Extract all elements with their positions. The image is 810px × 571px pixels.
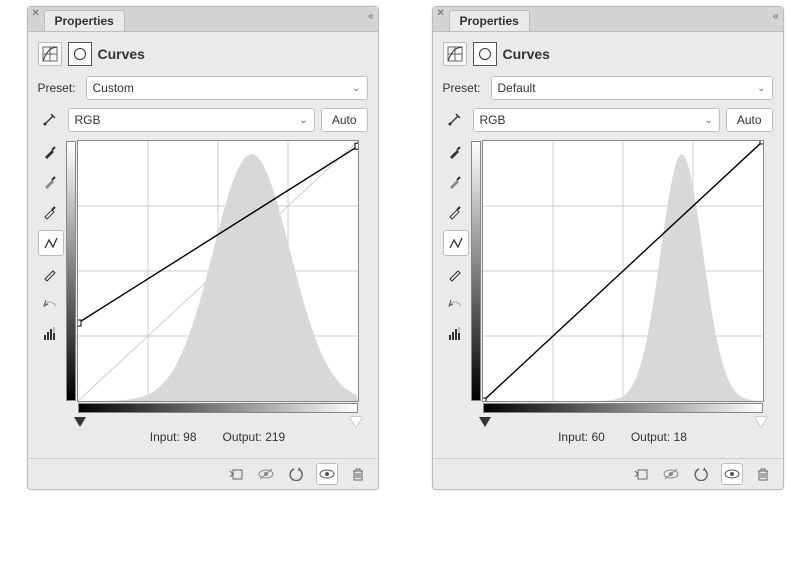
curves-main: ! Input: 60 Output: 18 [443, 140, 773, 444]
tool-column: ! [443, 140, 467, 444]
clip-to-layer-icon[interactable] [631, 464, 651, 484]
curves-graph[interactable] [482, 140, 764, 402]
input-label: Input: [558, 430, 588, 444]
preset-label: Preset: [443, 81, 485, 95]
adjustment-title: Curves [98, 46, 145, 62]
chevron-down-icon: ⌄ [757, 83, 765, 94]
white-slider[interactable] [755, 417, 767, 427]
on-image-adjust-icon[interactable] [443, 108, 467, 132]
layer-mask-thumb[interactable] [473, 42, 497, 66]
curves-header: Curves [443, 42, 773, 66]
adjustment-type-icon[interactable] [38, 42, 62, 66]
adjustment-type-icon[interactable] [443, 42, 467, 66]
black-slider[interactable] [479, 417, 491, 427]
reset-icon[interactable] [691, 464, 711, 484]
black-eyedropper-icon[interactable] [38, 140, 62, 164]
output-gradient [66, 141, 76, 401]
panel-body: Curves Preset: Custom ⌄ RGB ⌄ Auto [28, 32, 378, 458]
gray-eyedropper-icon[interactable] [38, 170, 62, 194]
clip-to-layer-icon[interactable] [226, 464, 246, 484]
white-eyedropper-icon[interactable] [38, 200, 62, 224]
graph-wrap: Input: 60 Output: 18 [473, 140, 773, 444]
curves-main: ! Input: 98 Output: 219 [38, 140, 368, 444]
preset-row: Preset: Custom ⌄ [38, 76, 368, 100]
collapse-icon[interactable]: « [773, 11, 779, 22]
preset-value: Default [498, 81, 536, 95]
draw-curve-pencil-icon[interactable] [443, 262, 467, 286]
curve-point-tool-icon[interactable] [38, 230, 64, 256]
layer-mask-thumb[interactable] [68, 42, 92, 66]
channel-row: RGB ⌄ Auto [443, 108, 773, 132]
auto-button[interactable]: Auto [726, 108, 773, 132]
output-label: Output: [223, 430, 262, 444]
on-image-adjust-icon[interactable] [38, 108, 62, 132]
input-gradient [483, 403, 763, 413]
io-readout: Input: 98 Output: 219 [150, 430, 285, 444]
draw-curve-pencil-icon[interactable] [38, 262, 62, 286]
panel-tabbar: ✕ Properties « [28, 7, 378, 32]
view-previous-icon[interactable] [256, 464, 276, 484]
visibility-icon[interactable] [721, 463, 743, 485]
preset-select[interactable]: Default ⌄ [491, 76, 773, 100]
output-label: Output: [631, 430, 670, 444]
chevron-down-icon: ⌄ [704, 115, 712, 126]
curves-graph[interactable] [77, 140, 359, 402]
channel-row: RGB ⌄ Auto [38, 108, 368, 132]
channel-select[interactable]: RGB ⌄ [68, 108, 315, 132]
black-eyedropper-icon[interactable] [443, 140, 467, 164]
output-value: 18 [674, 430, 687, 444]
reset-icon[interactable] [286, 464, 306, 484]
curves-header: Curves [38, 42, 368, 66]
smooth-curve-icon[interactable] [443, 292, 467, 316]
visibility-icon[interactable] [316, 463, 338, 485]
adjustment-title: Curves [503, 46, 550, 62]
preset-select[interactable]: Custom ⌄ [86, 76, 368, 100]
close-icon[interactable]: ✕ [437, 9, 445, 19]
graph-wrap: Input: 98 Output: 219 [68, 140, 368, 444]
view-previous-icon[interactable] [661, 464, 681, 484]
input-value: 60 [591, 430, 604, 444]
histogram-options-icon[interactable]: ! [38, 322, 62, 346]
input-value: 98 [183, 430, 196, 444]
close-icon[interactable]: ✕ [32, 9, 40, 19]
properties-panel: ✕ Properties « Curves Preset: Default ⌄ … [432, 6, 784, 490]
panel-body: Curves Preset: Default ⌄ RGB ⌄ Auto [433, 32, 783, 458]
channel-value: RGB [480, 113, 506, 127]
panel-tabbar: ✕ Properties « [433, 7, 783, 32]
svg-text:!: ! [53, 327, 55, 334]
output-gradient [471, 141, 481, 401]
black-slider[interactable] [74, 417, 86, 427]
gray-eyedropper-icon[interactable] [443, 170, 467, 194]
panel-footer [28, 458, 378, 489]
input-label: Input: [150, 430, 180, 444]
chevron-down-icon: ⌄ [299, 115, 307, 126]
white-slider[interactable] [350, 417, 362, 427]
tool-column: ! [38, 140, 62, 444]
preset-label: Preset: [38, 81, 80, 95]
panel-footer [433, 458, 783, 489]
output-value: 219 [265, 430, 285, 444]
input-gradient [78, 403, 358, 413]
channel-value: RGB [75, 113, 101, 127]
properties-panel: ✕ Properties « Curves Preset: Custom ⌄ R… [27, 6, 379, 490]
tab-properties[interactable]: Properties [44, 10, 125, 31]
white-eyedropper-icon[interactable] [443, 200, 467, 224]
collapse-icon[interactable]: « [368, 11, 374, 22]
svg-text:!: ! [458, 327, 460, 334]
tab-properties[interactable]: Properties [449, 10, 530, 31]
delete-icon[interactable] [348, 464, 368, 484]
histogram-options-icon[interactable]: ! [443, 322, 467, 346]
auto-button[interactable]: Auto [321, 108, 368, 132]
smooth-curve-icon[interactable] [38, 292, 62, 316]
channel-select[interactable]: RGB ⌄ [473, 108, 720, 132]
curves-svg [78, 141, 358, 401]
preset-value: Custom [93, 81, 134, 95]
curve-point-tool-icon[interactable] [443, 230, 469, 256]
delete-icon[interactable] [753, 464, 773, 484]
chevron-down-icon: ⌄ [352, 83, 360, 94]
preset-row: Preset: Default ⌄ [443, 76, 773, 100]
curves-svg [483, 141, 763, 401]
io-readout: Input: 60 Output: 18 [558, 430, 687, 444]
